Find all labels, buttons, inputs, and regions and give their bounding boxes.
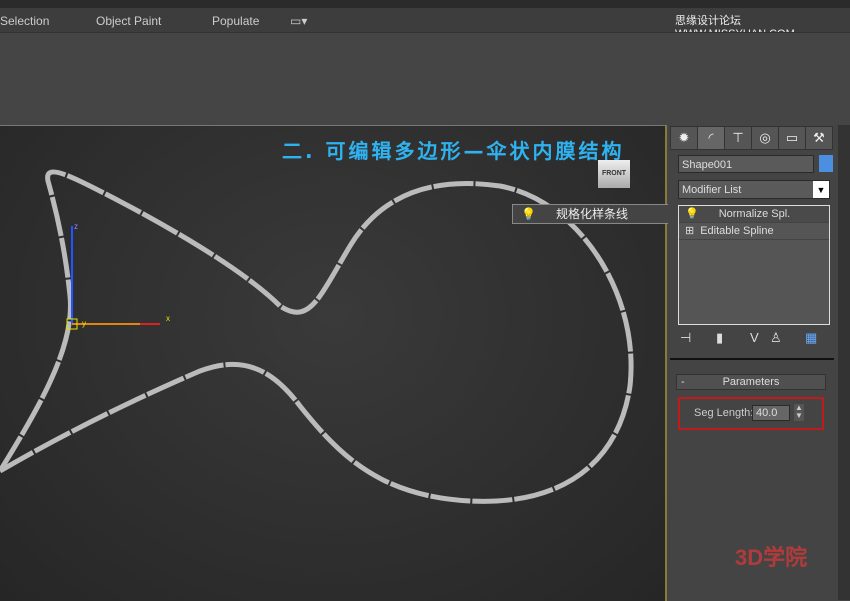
toolbar-area <box>0 32 850 126</box>
modifier-stack: 💡 Normalize Spl. ⊞ Editable Spline <box>678 205 830 325</box>
chevron-down-icon: ▼ <box>813 181 829 198</box>
display-tab-icon[interactable]: ▭ <box>778 126 806 150</box>
viewport-front[interactable]: z x y <box>0 125 667 601</box>
viewcube[interactable]: FRONT <box>598 160 630 188</box>
light-bulb-icon: 💡 <box>521 207 536 221</box>
object-name-input[interactable]: Shape001 <box>678 155 814 173</box>
divider <box>670 358 834 360</box>
tutorial-title: 二. 可编辑多边形—伞状内膜结构 <box>282 139 625 163</box>
make-unique-icon[interactable]: V <box>750 330 759 345</box>
panel-scrollbar[interactable] <box>838 125 850 600</box>
seg-length-spinner[interactable]: ▲ ▼ <box>794 404 804 421</box>
hierarchy-tab-icon[interactable]: ⊤ <box>724 126 752 150</box>
parameters-rollout[interactable]: - Parameters <box>676 374 826 390</box>
modify-tab-icon[interactable]: ◜ <box>697 126 725 150</box>
show-end-result-icon[interactable]: ▮ <box>716 330 723 346</box>
z-axis-label: z <box>74 222 78 231</box>
ribbon-options-icon[interactable]: ▭▾ <box>290 14 307 28</box>
y-axis-label: y <box>82 319 86 328</box>
remove-modifier-icon[interactable]: ♙ <box>770 330 782 346</box>
modifier-list-dropdown[interactable]: Modifier List ▼ <box>678 180 830 199</box>
seg-length-label: Seg Length: <box>694 407 754 419</box>
x-axis-label: x <box>166 314 170 323</box>
light-bulb-icon: 💡 <box>685 208 699 220</box>
object-color-swatch[interactable] <box>819 155 833 172</box>
brand-watermark: 3D学院 <box>735 545 808 570</box>
expand-icon: ⊞ <box>685 225 695 237</box>
seg-length-input[interactable]: 40.0 <box>752 405 790 421</box>
create-tab-icon[interactable]: ✹ <box>670 126 698 150</box>
axis-gizmo <box>66 226 160 330</box>
pin-stack-icon[interactable]: ⊣ <box>680 330 691 346</box>
configure-sets-icon[interactable]: ▦ <box>805 330 817 346</box>
stack-item-normalize[interactable]: 💡 Normalize Spl. <box>679 206 829 223</box>
stack-item-editable-spline[interactable]: ⊞ Editable Spline <box>679 223 829 240</box>
top-toolbar <box>0 0 850 8</box>
spline-shape: z x y <box>0 169 634 504</box>
ribbon-tab-populate[interactable]: Populate <box>212 14 259 28</box>
tooltip: 💡 规格化样条线 <box>512 204 676 224</box>
ribbon-tab-object-paint[interactable]: Object Paint <box>96 14 161 28</box>
ribbon-tab-selection[interactable]: Selection <box>0 14 49 28</box>
utilities-tab-icon[interactable]: ⚒ <box>805 126 833 150</box>
motion-tab-icon[interactable]: ◎ <box>751 126 779 150</box>
